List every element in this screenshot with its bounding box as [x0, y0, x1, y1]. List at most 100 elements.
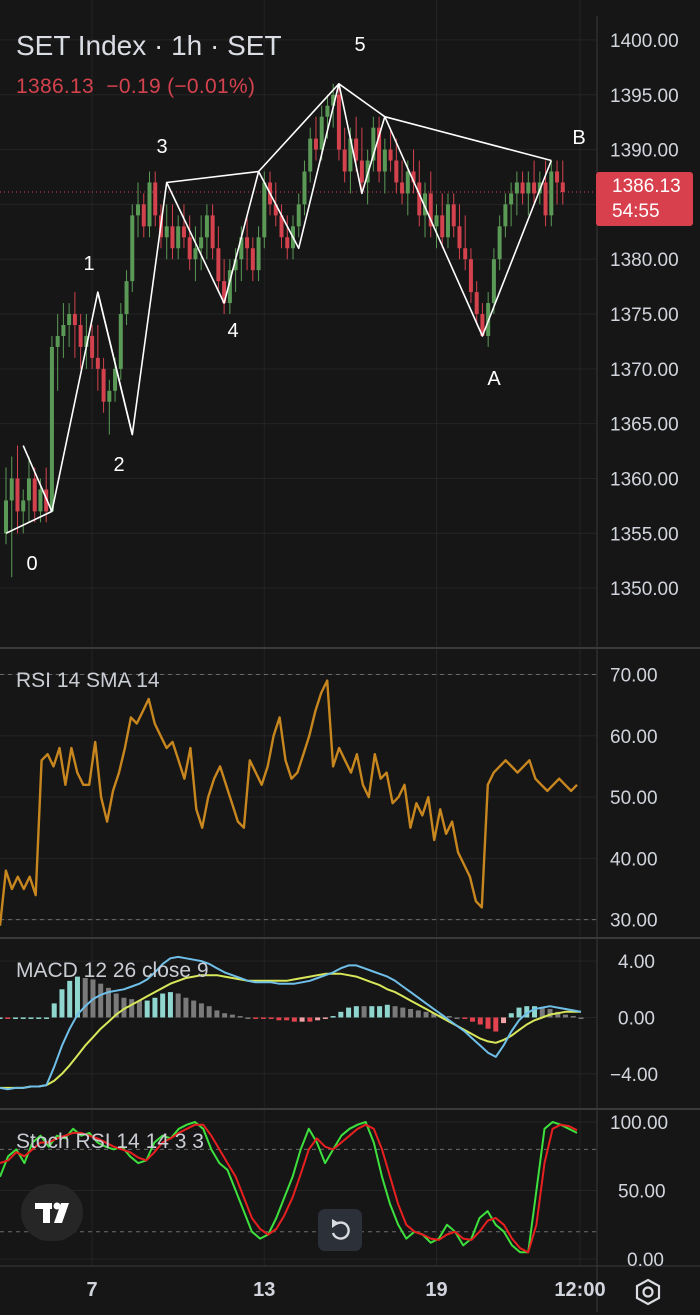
macd-histogram-bar — [315, 1017, 321, 1021]
price-tick-label: 1355.00 — [610, 524, 679, 545]
time-tick-label: 19 — [425, 1279, 447, 1301]
tradingview-logo-icon — [35, 1202, 69, 1223]
candle-body — [216, 248, 221, 282]
candle-body — [170, 226, 175, 249]
macd-histogram-bar — [20, 1017, 26, 1019]
candle-body — [434, 215, 439, 227]
macd-histogram-bar — [400, 1007, 406, 1018]
rsi-tick-label: 70.00 — [610, 666, 658, 687]
candle-body — [342, 149, 347, 172]
macd-histogram-bar — [322, 1017, 328, 1019]
macd-histogram-bar — [493, 1017, 499, 1032]
macd-histogram-bar — [446, 1016, 452, 1018]
candle-body — [400, 182, 405, 194]
candle-body — [199, 237, 204, 249]
candle-body — [394, 160, 399, 183]
macd-histogram-bar — [167, 992, 173, 1018]
candle-body — [503, 204, 508, 227]
macd-histogram-bar — [12, 1017, 18, 1019]
rsi-pane — [0, 674, 597, 926]
candle-body — [124, 281, 129, 315]
time-tick-label: 7 — [87, 1279, 98, 1301]
macd-histogram-bar — [338, 1011, 344, 1018]
time-axis[interactable]: 7 13 19 12:00 — [87, 1279, 606, 1301]
macd-histogram-bar — [415, 1010, 421, 1018]
macd-histogram-bar — [229, 1014, 235, 1018]
macd-tick-label: −4.00 — [610, 1065, 658, 1086]
macd-label[interactable]: MACD 12 26 close 9 — [16, 959, 209, 983]
macd-histogram-bar — [485, 1017, 491, 1029]
candle-body — [325, 105, 330, 117]
reset-icon — [331, 1219, 350, 1240]
candle-body — [308, 138, 313, 172]
price-tick-label: 1395.00 — [610, 86, 679, 107]
price-tick-label: 1400.00 — [610, 31, 679, 52]
candle-body — [555, 171, 560, 183]
wave-label-1: 1 — [83, 253, 94, 275]
wave-line-0 — [5, 83, 553, 535]
candle-body — [61, 325, 66, 336]
candle-body — [382, 149, 387, 172]
candle-body — [285, 237, 290, 249]
tradingview-logo[interactable] — [21, 1184, 83, 1241]
chart-canvas[interactable]: 0 1 2 3 4 5 A B 1400.001395.001390.00138… — [0, 0, 700, 1312]
candle-body — [302, 171, 307, 205]
candle-body — [153, 182, 158, 216]
wave-labels: 0 1 2 3 4 5 A B — [26, 34, 585, 575]
macd-histogram-bar — [570, 1016, 576, 1018]
macd-histogram-bar — [245, 1017, 251, 1019]
price-tick-label: 1360.00 — [610, 470, 679, 491]
macd-histogram-bar — [136, 1000, 142, 1018]
macd-histogram-bar — [67, 980, 73, 1018]
macd-histogram-bar — [183, 997, 189, 1018]
wave-label-3: 3 — [156, 136, 167, 158]
candle-body — [49, 346, 54, 512]
wave-label-2: 2 — [113, 454, 124, 476]
candle-body — [245, 237, 250, 249]
macd-histogram-bar — [0, 1017, 3, 1019]
candle-body — [532, 182, 537, 194]
candle-body — [38, 489, 43, 512]
candle-body — [101, 368, 106, 402]
price-tick-label: 1380.00 — [610, 250, 679, 271]
macd-histogram-bar — [454, 1017, 460, 1019]
candle-body — [21, 500, 26, 512]
price-tick-label: 1370.00 — [610, 360, 679, 381]
badge-price: 1386.13 — [612, 176, 681, 197]
macd-histogram-bar — [5, 1017, 11, 1019]
candle-body — [474, 292, 479, 315]
candle-body — [26, 478, 31, 501]
rsi-label[interactable]: RSI 14 SMA 14 — [16, 669, 160, 693]
candle-body — [319, 116, 324, 150]
price-tick-label: 1365.00 — [610, 415, 679, 436]
macd-histogram-bar — [214, 1010, 220, 1018]
macd-histogram-bar — [353, 1006, 359, 1018]
pane-separators — [0, 16, 700, 1312]
macd-histogram-bar — [299, 1017, 305, 1022]
candle-body — [136, 204, 141, 216]
macd-histogram-bar — [462, 1017, 468, 1019]
candle-body — [262, 182, 267, 238]
reset-chart-button[interactable] — [318, 1209, 362, 1251]
rsi-tick-label: 40.00 — [610, 849, 658, 870]
stoch-rsi-label[interactable]: Stoch RSI 14 14 3 3 — [16, 1130, 204, 1154]
candle-body — [457, 226, 462, 249]
chart-settings-button[interactable] — [630, 1274, 666, 1310]
candle-body — [95, 357, 100, 369]
macd-tick-label: 0.00 — [618, 1008, 655, 1029]
candle-body — [204, 215, 209, 238]
macd-histogram-bar — [508, 1013, 514, 1018]
macd-histogram-bar — [501, 1017, 507, 1024]
symbol-title[interactable]: SET Index · 1h · SET — [16, 30, 282, 62]
candle-body — [147, 182, 152, 227]
candle-body — [210, 215, 215, 249]
stoch-tick-label: 100.00 — [610, 1113, 668, 1134]
candle-body — [176, 226, 181, 249]
macd-histogram-bar — [307, 1017, 313, 1022]
candle-body — [543, 182, 548, 216]
macd-histogram-bar — [392, 1006, 398, 1018]
candle-body — [55, 335, 60, 347]
stoch-tick-label: 50.00 — [618, 1182, 666, 1203]
macd-histogram-bar — [36, 1017, 42, 1019]
candle-body — [549, 171, 554, 216]
